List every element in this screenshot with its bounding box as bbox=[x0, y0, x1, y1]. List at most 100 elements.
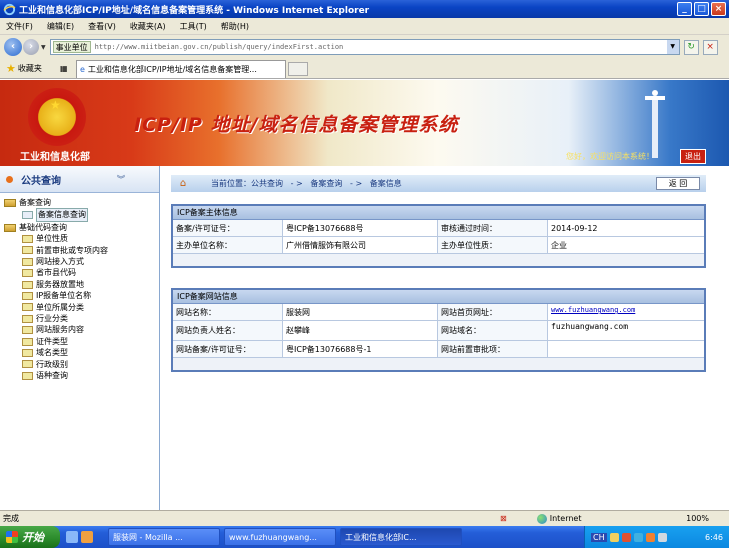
page-ie-icon: e bbox=[80, 64, 85, 74]
table-row: 备案/许可证号： 粤ICP备13076688号 审核通过时间： 2014-09-… bbox=[173, 220, 704, 237]
taskbar-item-folder[interactable]: www.fuzhuangwang... bbox=[224, 528, 336, 546]
national-emblem-icon bbox=[28, 88, 86, 146]
tray-icon[interactable] bbox=[609, 532, 619, 542]
tree-item-label: IP报备单位名称 bbox=[36, 291, 92, 301]
tab-label: 工业和信息化部ICP/IP地址/域名信息备案管理... bbox=[87, 64, 257, 74]
menu-help[interactable]: 帮助(H) bbox=[221, 21, 249, 32]
home-icon[interactable]: ⌂ bbox=[171, 178, 195, 189]
field-label: 网站负责人姓名： bbox=[173, 321, 283, 340]
taskbar-item-firefox[interactable]: 服装网 - Mozilla ... bbox=[108, 528, 220, 546]
zoom-level[interactable]: 100% bbox=[686, 514, 709, 523]
back-button[interactable]: 返 回 bbox=[656, 177, 700, 190]
field-label: 主办单位性质： bbox=[438, 237, 548, 253]
page-icon bbox=[22, 371, 33, 380]
security-zone[interactable]: Internet bbox=[536, 513, 581, 524]
quick-launch bbox=[60, 531, 108, 543]
favorites-button[interactable]: ★ 收藏夹 bbox=[0, 62, 58, 75]
quicklaunch-icon[interactable] bbox=[81, 531, 93, 543]
field-value: 赵攀峰 bbox=[283, 321, 438, 340]
sidebar-item[interactable]: 行政级别 bbox=[4, 359, 159, 370]
star-icon: ★ bbox=[6, 62, 16, 75]
table-row: 主办单位名称： 广州借情服饰有限公司 主办单位性质： 企业 bbox=[173, 237, 704, 254]
page-icon bbox=[22, 348, 33, 357]
tray-icon[interactable] bbox=[645, 532, 655, 542]
sidebar-item[interactable]: 网站接入方式 bbox=[4, 256, 159, 267]
back-arrow-icon[interactable]: ‹ bbox=[4, 38, 22, 56]
tree-item-label: 网站服务内容 bbox=[36, 325, 84, 335]
volume-icon[interactable] bbox=[657, 532, 667, 542]
tab-current[interactable]: e 工业和信息化部ICP/IP地址/域名信息备案管理... bbox=[76, 59, 286, 78]
tray-icon[interactable] bbox=[633, 532, 643, 542]
sidebar-item-record-info[interactable]: 备案信息查询 bbox=[4, 208, 159, 222]
huabiao-column-icon bbox=[645, 90, 665, 158]
chevron-down-icon[interactable]: ︾ bbox=[117, 174, 125, 185]
favorites-label: 收藏夹 bbox=[17, 64, 42, 73]
address-input[interactable]: 事业单位 http://www.miitbeian.gov.cn/publish… bbox=[49, 39, 680, 55]
refresh-icon[interactable]: ↻ bbox=[683, 39, 699, 55]
url-text[interactable]: http://www.miitbeian.gov.cn/publish/quer… bbox=[95, 43, 344, 51]
tree-item-label: 证件类型 bbox=[36, 336, 68, 346]
sidebar-item[interactable]: 证件类型 bbox=[4, 336, 159, 347]
stop-icon[interactable]: × bbox=[702, 39, 718, 55]
sidebar-item[interactable]: 语种查询 bbox=[4, 370, 159, 381]
field-label: 备案/许可证号： bbox=[173, 220, 283, 236]
page-icon bbox=[22, 269, 33, 278]
tree-group-code-query[interactable]: 基础代码查询 bbox=[4, 222, 159, 233]
field-value-cell: www.fuzhuangwang.com bbox=[548, 304, 704, 320]
quicklaunch-icon[interactable] bbox=[66, 531, 78, 543]
field-label: 网站前置审批项： bbox=[438, 341, 548, 357]
welcome-text: 您好，欢迎访问本系统！ bbox=[566, 152, 654, 161]
sidebar-item[interactable]: 域名类型 bbox=[4, 347, 159, 358]
folder-icon bbox=[4, 198, 16, 207]
tree-item-label: 省市县代码 bbox=[36, 268, 76, 278]
window-titlebar: 工业和信息化部ICP/IP地址/域名信息备案管理系统 - Windows Int… bbox=[0, 0, 729, 18]
tree-item-label: 备案信息查询 bbox=[36, 208, 88, 222]
page-icon bbox=[22, 314, 33, 323]
forward-arrow-icon[interactable]: › bbox=[23, 39, 39, 55]
field-label: 主办单位名称： bbox=[173, 237, 283, 253]
maximize-button[interactable]: □ bbox=[694, 2, 709, 16]
menu-view[interactable]: 查看(V) bbox=[88, 21, 116, 32]
close-button[interactable]: × bbox=[711, 2, 726, 16]
sidebar-item[interactable]: 行业分类 bbox=[4, 313, 159, 324]
sidebar-item[interactable]: 前置审批或专项内容 bbox=[4, 245, 159, 256]
field-value: 2014-09-12 bbox=[551, 224, 598, 233]
page-icon bbox=[22, 360, 33, 369]
clock[interactable]: 6:46 bbox=[705, 533, 723, 542]
sidebar-item[interactable]: 网站服务内容 bbox=[4, 324, 159, 335]
tree-item-label: 语种查询 bbox=[36, 371, 68, 381]
menu-edit[interactable]: 编辑(E) bbox=[47, 21, 74, 32]
sidebar-header[interactable]: 公共查询 ︾ bbox=[0, 166, 159, 193]
menu-file[interactable]: 文件(F) bbox=[6, 21, 33, 32]
address-dropdown-icon[interactable]: ▼ bbox=[666, 40, 679, 54]
field-label: 网站备案/许可证号： bbox=[173, 341, 283, 357]
table-row: 网站负责人姓名： 赵攀峰 网站域名： fuzhuangwang.com bbox=[173, 321, 704, 341]
sidebar-item[interactable]: 单位所属分类 bbox=[4, 302, 159, 313]
status-bar: 完成 ⊠ Internet 100% bbox=[0, 510, 729, 526]
tree-group-label: 备案查询 bbox=[19, 198, 51, 207]
minimize-button[interactable]: _ bbox=[677, 2, 692, 16]
menu-tools[interactable]: 工具(T) bbox=[180, 21, 207, 32]
sidebar-item[interactable]: 服务器放置地 bbox=[4, 279, 159, 290]
tree-group-record-query[interactable]: 备案查询 bbox=[4, 197, 159, 208]
logout-button[interactable]: 退出 bbox=[680, 149, 706, 164]
field-value: fuzhuangwang.com bbox=[551, 322, 629, 331]
sidebar-item[interactable]: 省市县代码 bbox=[4, 267, 159, 278]
homepage-link[interactable]: www.fuzhuangwang.com bbox=[551, 306, 635, 314]
popup-blocked-icon[interactable]: ⊠ bbox=[500, 514, 507, 523]
field-value: 服装网 bbox=[283, 304, 438, 320]
sidebar-item[interactable]: 单位性质 bbox=[4, 233, 159, 244]
taskbar-item-ie[interactable]: 工业和信息化部IC... bbox=[340, 528, 462, 546]
tray-icon[interactable] bbox=[621, 532, 631, 542]
sidebar-tree: 备案查询 备案信息查询 基础代码查询 单位性质 前置审批或专项内容 网站接入方式… bbox=[0, 193, 159, 382]
menu-favorites[interactable]: 收藏夹(A) bbox=[130, 21, 166, 32]
field-value: 粤ICP备13076688号-1 bbox=[283, 341, 438, 357]
start-button[interactable]: 开始 bbox=[0, 526, 60, 548]
ime-indicator[interactable]: CH bbox=[591, 532, 607, 542]
page-icon bbox=[22, 246, 33, 255]
system-title: ICP/IP 地址/域名信息备案管理系统 bbox=[134, 114, 459, 136]
new-tab-button[interactable] bbox=[288, 61, 308, 76]
history-dropdown-icon[interactable]: ▼ bbox=[41, 44, 46, 51]
sidebar-item[interactable]: IP报备单位名称 bbox=[4, 290, 159, 301]
tab-list-icon[interactable]: ▦ bbox=[60, 64, 74, 73]
